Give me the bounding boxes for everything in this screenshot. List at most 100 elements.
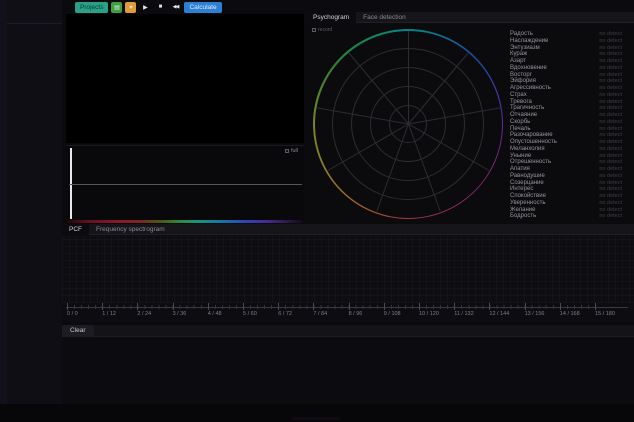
emotion-row: Отчаяние no detect (510, 112, 626, 119)
axis-tick: 1 / 12 (102, 303, 116, 317)
axis-tick: 7 / 84 (313, 303, 327, 317)
rewind-icon: ◀◀ (173, 4, 179, 10)
tick-mark (173, 303, 174, 310)
tick-label: 11 / 132 (454, 311, 473, 317)
left-sidebar (0, 0, 62, 422)
tick-label: 4 / 48 (208, 311, 222, 317)
emotion-value: no detect (599, 65, 622, 71)
emotion-value: no detect (599, 119, 622, 125)
emotion-row: Разочарование no detect (510, 132, 626, 139)
tab-pcf[interactable]: PCF (62, 224, 89, 235)
clear-bar: Clear (62, 325, 634, 337)
tab-face-detection[interactable]: Face detection (356, 12, 413, 23)
stop-button[interactable]: ■ (154, 2, 166, 13)
emotion-value: no detect (599, 105, 622, 111)
emotion-name: Меланхолия (510, 146, 545, 152)
emotion-row: Опустошенность no detect (510, 139, 626, 146)
emotion-name: Созерцание (510, 180, 544, 186)
emotion-row: Азарт no detect (510, 58, 626, 65)
emotion-name: Отрешенность (510, 159, 551, 165)
emotion-row: Эйфория no detect (510, 78, 626, 85)
clear-button[interactable]: Clear (62, 325, 94, 337)
emotion-value: no detect (599, 38, 622, 44)
emotion-name: Равнодушие (510, 173, 545, 179)
emotion-row: Трагичность no detect (510, 105, 626, 112)
sidebar-top-row (7, 0, 62, 24)
emotion-value: no detect (599, 31, 622, 37)
app-window: Projects ▤ ✶ ▶ ■ ◀◀ Calculate full Psych… (0, 0, 634, 422)
play-button[interactable]: ▶ (139, 2, 151, 13)
emotion-name: Эйфория (510, 78, 536, 84)
emotion-name: Скорбь (510, 119, 530, 125)
emotion-row: Страх no detect (510, 92, 626, 99)
tick-mark (349, 303, 350, 310)
tick-label: 2 / 24 (137, 311, 151, 317)
brightness-button[interactable]: ✶ (125, 2, 136, 13)
emotion-value: no detect (599, 207, 622, 213)
tick-label: 13 / 156 (525, 311, 545, 317)
tick-label: 3 / 36 (173, 311, 187, 317)
spectrogram-tabbar: PCF Frequency spectrogram (62, 224, 634, 235)
clear-panel: Clear (62, 325, 634, 404)
emotion-row: Уверенность no detect (510, 200, 626, 207)
axis-tick: 2 / 24 (137, 303, 151, 317)
axis-tick: 3 / 36 (173, 303, 187, 317)
emotion-name: Разочарование (510, 132, 553, 138)
spectrogram-x-axis: 0 / 0 1 / 12 2 / 24 3 / 36 (62, 303, 634, 321)
tick-label: 5 / 60 (243, 311, 257, 317)
waveform-panel[interactable]: full (66, 145, 304, 223)
spectrogram-plot[interactable] (62, 236, 634, 303)
emotion-row: Меланхолия no detect (510, 146, 626, 153)
tick-label: 1 / 12 (102, 311, 116, 317)
tick-mark (454, 303, 455, 310)
emotion-row: Спокойствие no detect (510, 193, 626, 200)
checkbox-icon (285, 149, 289, 153)
emotion-value: no detect (599, 78, 622, 84)
emotion-name: Бодрость (510, 213, 536, 219)
emotion-row: Тревога no detect (510, 99, 626, 106)
tab-psychogram[interactable]: Psychogram (306, 12, 356, 23)
full-checkbox[interactable]: full (285, 148, 298, 154)
emotion-value: no detect (599, 51, 622, 57)
brightness-icon: ✶ (128, 4, 133, 11)
emotion-name: Энтузиазм (510, 45, 540, 51)
tick-mark (489, 303, 490, 310)
rewind-button[interactable]: ◀◀ (169, 2, 181, 13)
emotion-value: no detect (599, 112, 622, 118)
axis-tick: 4 / 48 (208, 303, 222, 317)
emotion-name: Трагичность (510, 105, 544, 111)
stop-icon: ■ (159, 4, 163, 10)
tick-label: 7 / 84 (313, 311, 327, 317)
emotion-row: Интерес no detect (510, 186, 626, 193)
emotion-value: no detect (599, 186, 622, 192)
calculate-button[interactable]: Calculate (184, 2, 221, 13)
emotion-name: Тревога (510, 99, 532, 105)
emotion-row: Уныние no detect (510, 153, 626, 160)
tick-label: 9 / 108 (384, 311, 401, 317)
emotion-name: Кураж (510, 51, 527, 57)
bottom-artifact (292, 417, 340, 420)
tick-label: 12 / 144 (489, 311, 509, 317)
waveform-zero-line (69, 184, 302, 185)
axis-tick: 14 / 168 (560, 303, 580, 317)
emotion-name: Восторг (510, 72, 532, 78)
emotion-name: Отчаяние (510, 112, 537, 118)
emotion-value: no detect (599, 132, 622, 138)
axis-tick: 0 / 0 (67, 303, 78, 317)
projects-button[interactable]: Projects (75, 2, 108, 13)
emotion-row: Вдохновение no detect (510, 65, 626, 72)
tick-mark (208, 303, 209, 310)
tick-mark (67, 303, 68, 310)
save-button[interactable]: ▤ (111, 2, 122, 13)
emotion-row: Скорбь no detect (510, 119, 626, 126)
emotion-row: Радость no detect (510, 31, 626, 38)
tick-mark (278, 303, 279, 310)
emotion-name: Наслаждение (510, 38, 548, 44)
tick-label: 8 / 96 (349, 311, 363, 317)
play-icon: ▶ (143, 4, 148, 11)
emotion-name: Апатия (510, 166, 530, 172)
emotion-row: Бодрость no detect (510, 213, 626, 220)
tick-label: 14 / 168 (560, 311, 580, 317)
emotion-row: Желание no detect (510, 207, 626, 214)
tab-frequency-spectrogram[interactable]: Frequency spectrogram (89, 224, 172, 235)
